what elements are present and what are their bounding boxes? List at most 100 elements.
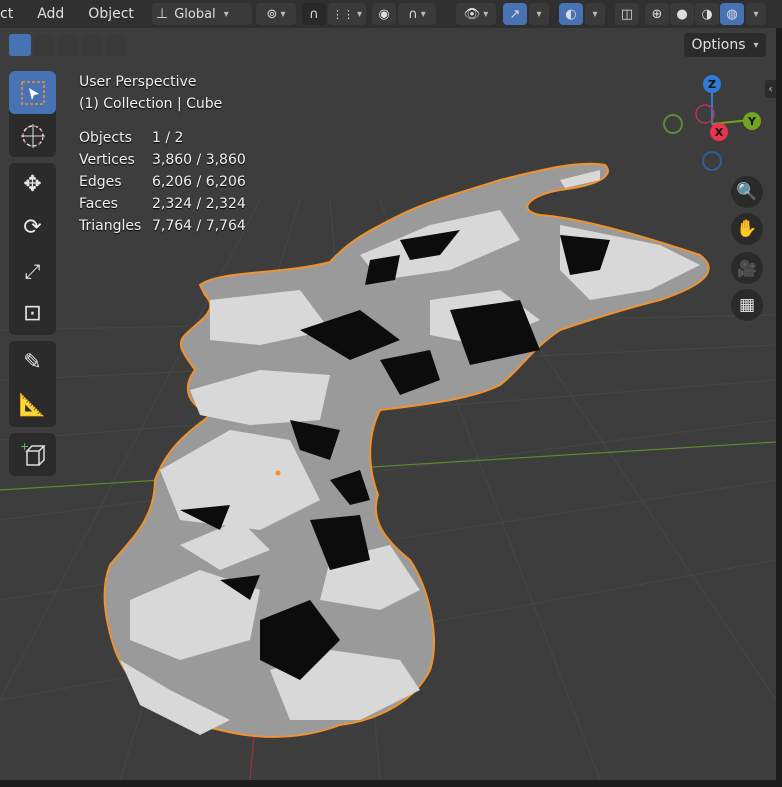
- rotate-icon: ⟳: [23, 215, 42, 240]
- shading-rendered[interactable]: ◍: [720, 3, 744, 25]
- stat-row: Faces 2,324 / 2,324: [79, 193, 246, 215]
- gizmo-icon: ↗: [509, 6, 521, 22]
- cube-mesh[interactable]: [103, 162, 710, 738]
- toolbar-group-add: +: [9, 433, 56, 476]
- z-axis-label: Z: [708, 78, 716, 91]
- snap-toggle[interactable]: ∩: [302, 3, 326, 25]
- stat-value: 7,764 / 7,764: [152, 218, 246, 234]
- toolbar-group-transform: ✥ ⟳ ⤢ ⊡: [9, 163, 56, 335]
- stat-label: Edges: [79, 174, 122, 190]
- camera-view-button[interactable]: 🎥: [731, 252, 763, 284]
- snap-target-dropdown[interactable]: ⋮⋮ ▾: [328, 3, 366, 25]
- transform-icon: ⊡: [23, 301, 42, 326]
- collection-line: (1) Collection | Cube: [79, 96, 223, 112]
- gizmo-dropdown[interactable]: ▾: [529, 3, 549, 25]
- tool-annotate[interactable]: ✎: [9, 341, 56, 384]
- select-subtract-button[interactable]: [57, 34, 79, 56]
- chevron-down-icon: ▾: [280, 8, 286, 20]
- navigation-gizmo[interactable]: Z Y X: [660, 72, 770, 176]
- cursor-icon: [20, 123, 45, 148]
- y-axis-label: Y: [747, 115, 757, 128]
- select-box-icon: [20, 80, 45, 105]
- ortho-toggle-button[interactable]: ▦: [731, 289, 763, 321]
- stat-row: Edges 6,206 / 6,206: [79, 171, 246, 193]
- select-difference-button[interactable]: [81, 34, 103, 56]
- xray-toggle[interactable]: ◫: [615, 3, 639, 25]
- tool-select-box[interactable]: [9, 71, 56, 114]
- chevron-down-icon: ▾: [753, 39, 759, 51]
- falloff-dropdown[interactable]: ∩ ▾: [398, 3, 436, 25]
- rendered-sphere-icon: ◍: [726, 6, 738, 22]
- pan-button[interactable]: ✋: [731, 213, 763, 245]
- hand-icon: ✋: [736, 219, 758, 239]
- proportional-edit-icon: ◉: [378, 6, 390, 22]
- chevron-down-icon: ▾: [223, 8, 229, 20]
- origin-point[interactable]: [275, 470, 281, 476]
- stat-value: 1 / 2: [152, 130, 184, 146]
- overlays-toggle[interactable]: ◐: [559, 3, 583, 25]
- camera-icon: 🎥: [737, 258, 757, 278]
- xray-icon: ◫: [620, 6, 634, 22]
- shading-solid[interactable]: ●: [670, 3, 694, 25]
- view-name: User Perspective: [79, 74, 197, 90]
- grid-icon: ▦: [738, 295, 756, 315]
- y-axis-line: [0, 441, 776, 491]
- tool-measure[interactable]: 📐: [9, 384, 56, 427]
- proportional-edit-toggle[interactable]: ◉: [372, 3, 396, 25]
- stat-row: Triangles 7,764 / 7,764: [79, 215, 246, 237]
- stat-label: Vertices: [79, 152, 135, 168]
- stat-value: 3,860 / 3,860: [152, 152, 246, 168]
- x-axis-label: X: [715, 126, 724, 139]
- overlays-icon: ◐: [565, 6, 577, 22]
- chevron-down-icon: ▾: [483, 8, 489, 20]
- ruler-icon: 📐: [18, 393, 47, 418]
- tool-scale[interactable]: ⤢: [9, 249, 56, 292]
- neg-y-handle[interactable]: [663, 114, 683, 134]
- menu-object[interactable]: Object: [72, 6, 142, 22]
- zoom-button[interactable]: 🔍: [731, 176, 763, 208]
- eye-icon: 👁: [463, 6, 481, 22]
- stat-label: Faces: [79, 196, 118, 212]
- select-intersect-button[interactable]: [105, 34, 127, 56]
- sidebar-toggle[interactable]: ‹: [765, 80, 776, 98]
- visibility-dropdown[interactable]: 👁 ▾: [456, 3, 496, 25]
- zoom-icon: 🔍: [736, 182, 758, 202]
- tool-add-cube[interactable]: +: [9, 433, 56, 476]
- chevron-down-icon: ▾: [753, 8, 759, 20]
- select-new-button[interactable]: [9, 34, 31, 56]
- tool-transform[interactable]: ⊡: [9, 292, 56, 335]
- tool-rotate[interactable]: ⟳: [9, 206, 56, 249]
- orientation-axes-icon: ⊥: [156, 6, 169, 22]
- neg-z-handle[interactable]: [702, 151, 722, 171]
- select-extend-button[interactable]: [33, 34, 55, 56]
- stat-row: Vertices 3,860 / 3,860: [79, 149, 246, 171]
- stat-label: Objects: [79, 130, 132, 146]
- menu-view[interactable]: ct: [0, 6, 21, 22]
- svg-text:+: +: [20, 441, 29, 453]
- material-sphere-icon: ◑: [701, 6, 713, 22]
- pencil-icon: ✎: [23, 350, 42, 375]
- stat-value: 6,206 / 6,206: [152, 174, 246, 190]
- stat-value: 2,324 / 2,324: [152, 196, 246, 212]
- pivot-point-dropdown[interactable]: ⊚ ▾: [256, 3, 296, 25]
- overlays-dropdown[interactable]: ▾: [585, 3, 605, 25]
- shading-wireframe[interactable]: ⊕: [645, 3, 669, 25]
- shading-material[interactable]: ◑: [695, 3, 719, 25]
- scene-statistics: Objects 1 / 2 Vertices 3,860 / 3,860 Edges…: [79, 127, 246, 237]
- chevron-down-icon: ▾: [536, 8, 542, 20]
- gizmo-toggle[interactable]: ↗: [503, 3, 527, 25]
- tool-cursor[interactable]: [9, 114, 56, 157]
- tool-move[interactable]: ✥: [9, 163, 56, 206]
- wireframe-sphere-icon: ⊕: [651, 6, 663, 22]
- menu-add[interactable]: Add: [21, 6, 72, 22]
- transform-orientation-dropdown[interactable]: ⊥ Global ▾: [152, 3, 252, 25]
- toolbar-group-annotate: ✎ 📐: [9, 341, 56, 427]
- chevron-down-icon: ▾: [420, 8, 426, 20]
- solid-sphere-icon: ●: [676, 6, 688, 22]
- scale-icon: ⤢: [24, 258, 41, 283]
- shading-dropdown[interactable]: ▾: [746, 3, 766, 25]
- add-cube-icon: +: [20, 441, 46, 466]
- chevron-down-icon: ▾: [356, 8, 363, 20]
- options-dropdown[interactable]: Options ▾: [684, 33, 766, 57]
- chevron-left-icon: ‹: [768, 83, 773, 95]
